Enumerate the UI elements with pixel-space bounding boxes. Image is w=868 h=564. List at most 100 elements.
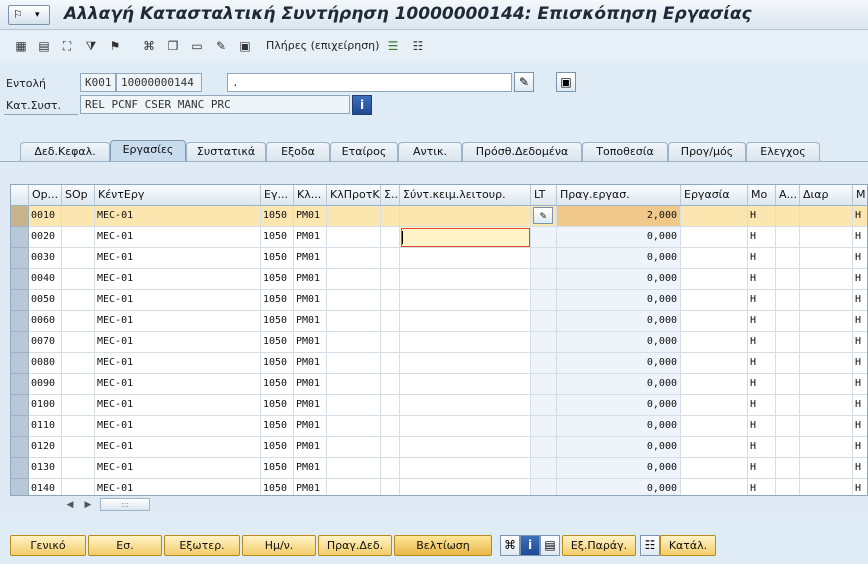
cell-actual[interactable]: 0,000 <box>557 269 681 290</box>
catalog-icon-button[interactable]: ☷ <box>640 535 660 556</box>
column-header[interactable]: Α... <box>776 185 800 206</box>
cell-empty[interactable] <box>400 395 531 416</box>
cell-unit2[interactable]: H <box>853 227 867 248</box>
cell-unit2[interactable]: H <box>853 290 867 311</box>
cell-empty[interactable] <box>62 416 95 437</box>
org-icon[interactable]: ⛶ <box>58 37 76 55</box>
cell-empty[interactable] <box>400 479 531 495</box>
cell-key[interactable]: PM01 <box>294 374 327 395</box>
enhancement-button[interactable]: Βελτίωση <box>394 535 492 556</box>
cell-unit2[interactable]: H <box>853 395 867 416</box>
cell-empty[interactable] <box>776 248 800 269</box>
cell-op[interactable]: 0110 <box>29 416 62 437</box>
cell-plant[interactable]: 1050 <box>261 416 294 437</box>
cell-plant[interactable]: 1050 <box>261 437 294 458</box>
cell-actual[interactable]: 0,000 <box>557 332 681 353</box>
general-button[interactable]: Γενικό <box>10 535 86 556</box>
cell-op[interactable]: 0030 <box>29 248 62 269</box>
cell-actual[interactable]: 0,000 <box>557 437 681 458</box>
cell-empty[interactable] <box>62 248 95 269</box>
cell-empty[interactable] <box>681 353 748 374</box>
cell-empty[interactable] <box>681 227 748 248</box>
cell-op[interactable]: 0060 <box>29 311 62 332</box>
cell-op[interactable]: 0100 <box>29 395 62 416</box>
cell-empty[interactable] <box>400 416 531 437</box>
cell-empty[interactable] <box>776 227 800 248</box>
cell-empty[interactable] <box>776 458 800 479</box>
table-row[interactable]: 0140 MEC-01 1050 PM01 0,000 H H <box>11 479 867 495</box>
cell-empty[interactable] <box>531 227 557 248</box>
cell-unit2[interactable]: H <box>853 479 867 495</box>
cell-empty[interactable] <box>62 437 95 458</box>
calculator-icon[interactable]: ▤ <box>35 37 53 55</box>
tree-icon[interactable]: ⌘ <box>140 37 158 55</box>
row-selector[interactable] <box>11 227 29 248</box>
row-selector[interactable] <box>11 374 29 395</box>
tab-planning[interactable]: Προγ/μός <box>668 142 746 162</box>
cell-empty[interactable] <box>62 227 95 248</box>
cell-empty[interactable] <box>400 458 531 479</box>
cell-key[interactable]: PM01 <box>294 227 327 248</box>
table-row[interactable]: 0050 MEC-01 1050 PM01 0,000 H H <box>11 290 867 311</box>
column-header[interactable]: Μ <box>853 185 867 206</box>
cell-empty[interactable] <box>776 395 800 416</box>
cell-unit2[interactable]: H <box>853 437 867 458</box>
column-header[interactable]: LT <box>531 185 557 206</box>
cell-empty[interactable] <box>400 269 531 290</box>
cell-empty[interactable] <box>776 353 800 374</box>
column-header[interactable]: Σ... <box>381 185 400 206</box>
cell-empty[interactable] <box>776 374 800 395</box>
cell-actual[interactable]: 0,000 <box>557 227 681 248</box>
cell-empty[interactable] <box>776 206 800 227</box>
select-all-header[interactable] <box>11 185 29 206</box>
cell-empty[interactable] <box>381 269 400 290</box>
external-button[interactable]: Εξωτερ. <box>164 535 240 556</box>
cell-empty[interactable] <box>800 353 853 374</box>
cell-center[interactable]: MEC-01 <box>95 227 261 248</box>
print-button[interactable]: ▤ <box>540 535 560 556</box>
row-selector[interactable] <box>11 332 29 353</box>
cell-center[interactable]: MEC-01 <box>95 353 261 374</box>
mode-label[interactable]: Πλήρες (επιχείρηση) <box>266 39 379 52</box>
cell-actual[interactable]: 2,000 <box>557 206 681 227</box>
cell-empty[interactable] <box>381 206 400 227</box>
row-selector[interactable] <box>11 479 29 495</box>
tab-operations[interactable]: Εργασίες <box>110 140 186 162</box>
cell-center[interactable]: MEC-01 <box>95 206 261 227</box>
cell-key[interactable]: PM01 <box>294 332 327 353</box>
cell-op[interactable]: 0080 <box>29 353 62 374</box>
cell-center[interactable]: MEC-01 <box>95 290 261 311</box>
cell-empty[interactable] <box>531 311 557 332</box>
cell-key[interactable]: PM01 <box>294 437 327 458</box>
scroll-thumb[interactable]: ::: <box>100 498 150 511</box>
column-header[interactable]: Κλ... <box>294 185 327 206</box>
cell-center[interactable]: MEC-01 <box>95 248 261 269</box>
cell-empty[interactable] <box>800 269 853 290</box>
cell-empty[interactable] <box>62 206 95 227</box>
cell-empty[interactable] <box>400 290 531 311</box>
table-row[interactable]: 0080 MEC-01 1050 PM01 0,000 H H <box>11 353 867 374</box>
cell-plant[interactable]: 1050 <box>261 248 294 269</box>
cell-actual[interactable]: 0,000 <box>557 416 681 437</box>
cell-empty[interactable] <box>62 479 95 495</box>
cell-empty[interactable] <box>776 332 800 353</box>
cell-empty[interactable] <box>800 311 853 332</box>
cell-key[interactable]: PM01 <box>294 479 327 495</box>
status-info-button[interactable]: i <box>352 95 372 115</box>
cell-empty[interactable] <box>381 332 400 353</box>
filter-icon[interactable]: ⧩ <box>82 37 100 55</box>
cell-empty[interactable] <box>400 311 531 332</box>
cell-empty[interactable] <box>681 479 748 495</box>
cell-op[interactable]: 0050 <box>29 290 62 311</box>
cell-empty[interactable] <box>327 227 381 248</box>
cell-empty[interactable] <box>381 416 400 437</box>
cell-key[interactable]: PM01 <box>294 290 327 311</box>
info-button[interactable]: i <box>520 535 540 556</box>
cell-empty[interactable] <box>400 437 531 458</box>
tab-control[interactable]: Ελεγχος <box>746 142 820 162</box>
internal-button[interactable]: Εσ. <box>88 535 162 556</box>
cell-empty[interactable] <box>681 269 748 290</box>
row-selector[interactable] <box>11 290 29 311</box>
cell-empty[interactable] <box>327 353 381 374</box>
tab-partner[interactable]: Εταίρος <box>330 142 398 162</box>
